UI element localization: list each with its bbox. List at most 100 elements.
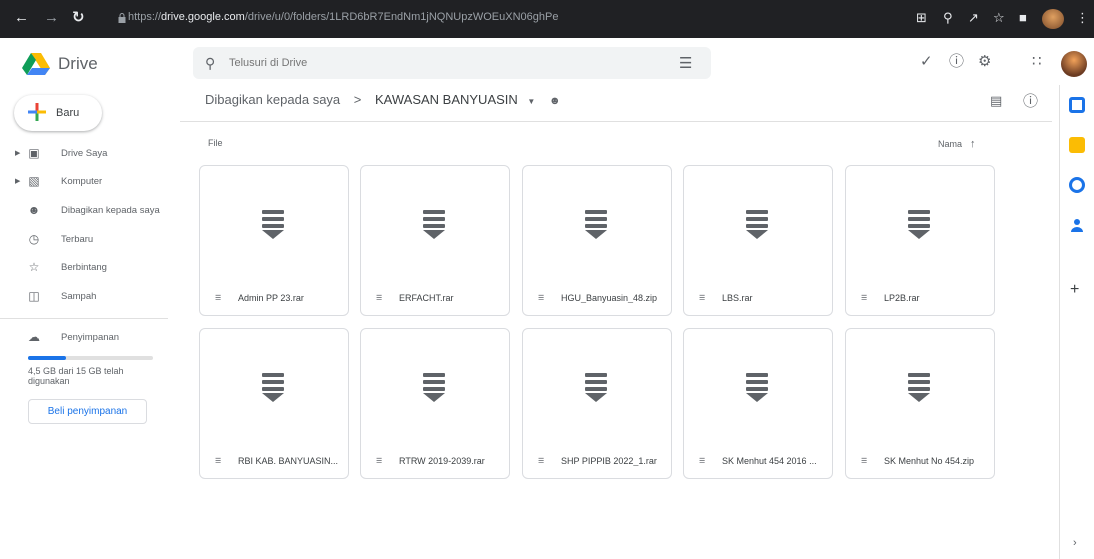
- file-thumbnail[interactable]: [361, 329, 509, 447]
- file-thumbnail[interactable]: [846, 329, 994, 447]
- file-name-row[interactable]: ☰ LBS.rar: [684, 284, 832, 316]
- search-bar[interactable]: ⚲ ☰: [193, 47, 711, 79]
- file-name-row[interactable]: ☰ RBI KAB. BANYUASIN...: [200, 447, 348, 479]
- archive-small-icon: ☰: [699, 458, 706, 465]
- file-name-row[interactable]: ☰ SK Menhut No 454.zip: [846, 447, 994, 479]
- url-text: https://drive.google.com/drive/u/0/folde…: [128, 11, 559, 23]
- sidebar-item-my-drive[interactable]: ▶ ▣ Drive Saya: [0, 143, 180, 165]
- file-card[interactable]: ☰ SK Menhut 454 2016 ...: [683, 328, 833, 479]
- file-thumbnail[interactable]: [846, 166, 994, 284]
- archive-small-icon: ☰: [861, 458, 868, 465]
- sidebar-item-label: Drive Saya: [61, 148, 108, 159]
- settings-gear-icon[interactable]: ⚙: [978, 54, 991, 70]
- lock-icon: [118, 13, 126, 23]
- user-avatar[interactable]: [1061, 51, 1087, 77]
- file-name-row[interactable]: ☰ SK Menhut 454 2016 ...: [684, 447, 832, 479]
- file-name: SK Menhut No 454.zip: [884, 456, 975, 466]
- file-thumbnail[interactable]: [684, 166, 832, 284]
- chevron-right-icon[interactable]: ›: [1073, 537, 1077, 549]
- file-name-row[interactable]: ☰ LP2B.rar: [846, 284, 994, 316]
- profile-avatar[interactable]: [1042, 9, 1064, 29]
- calendar-icon[interactable]: [1069, 97, 1085, 113]
- zoom-icon[interactable]: ⚲: [943, 10, 953, 26]
- file-card[interactable]: ☰ SHP PIPPIB 2022_1.rar: [522, 328, 672, 479]
- browser-toolbar: ← → ↻ https://drive.google.com/drive/u/0…: [0, 0, 1094, 38]
- search-options-icon[interactable]: ☰: [679, 54, 692, 72]
- list-view-icon[interactable]: ▤: [990, 93, 1002, 109]
- new-button[interactable]: Baru: [14, 95, 102, 131]
- archive-small-icon: ☰: [376, 458, 383, 465]
- computer-icon: ▧: [28, 174, 40, 188]
- contacts-icon[interactable]: [1069, 217, 1085, 233]
- shared-people-icon[interactable]: ☻: [549, 95, 561, 107]
- add-addon-icon[interactable]: +: [1070, 281, 1079, 299]
- search-input[interactable]: [229, 53, 649, 73]
- breadcrumb-current[interactable]: KAWASAN BANYUASIN: [375, 92, 518, 107]
- sidebar-item-storage[interactable]: ☁ Penyimpanan: [0, 327, 180, 349]
- window-icon[interactable]: ■: [1019, 10, 1027, 26]
- share-icon[interactable]: ↗: [968, 10, 979, 26]
- file-name-row[interactable]: ☰ HGU_Banyuasin_48.zip: [523, 284, 671, 316]
- expand-arrow-icon[interactable]: ▶: [15, 149, 20, 157]
- drive-logo-icon[interactable]: [22, 53, 50, 75]
- sidebar-item-starred[interactable]: ☆ Berbintang: [0, 257, 180, 279]
- file-name: LP2B.rar: [884, 293, 920, 303]
- archive-icon: [908, 373, 930, 403]
- forward-icon[interactable]: →: [44, 9, 59, 27]
- archive-small-icon: ☰: [861, 295, 868, 302]
- tasks-icon[interactable]: [1069, 177, 1085, 193]
- file-card[interactable]: ☰ RBI KAB. BANYUASIN...: [199, 328, 349, 479]
- sidebar-item-label: Berbintang: [61, 262, 107, 273]
- info-icon[interactable]: ⓘ: [1023, 90, 1038, 111]
- file-card[interactable]: ☰ ERFACHT.rar: [360, 165, 510, 316]
- file-thumbnail[interactable]: [200, 166, 348, 284]
- arrow-up-icon[interactable]: ↑: [970, 138, 976, 150]
- sidebar-item-label: Sampah: [61, 291, 97, 302]
- back-icon[interactable]: ←: [14, 9, 29, 27]
- file-thumbnail[interactable]: [523, 329, 671, 447]
- file-card[interactable]: ☰ RTRW 2019-2039.rar: [360, 328, 510, 479]
- buy-storage-button[interactable]: Beli penyimpanan: [28, 399, 147, 424]
- breadcrumb: Dibagikan kepada saya > KAWASAN BANYUASI…: [205, 92, 561, 107]
- expand-arrow-icon[interactable]: ▶: [15, 177, 20, 185]
- archive-small-icon: ☰: [699, 295, 706, 302]
- file-thumbnail[interactable]: [200, 329, 348, 447]
- star-icon: ☆: [28, 260, 40, 274]
- archive-icon: [908, 210, 930, 240]
- bookmark-star-icon[interactable]: ☆: [993, 10, 1005, 26]
- sort-label[interactable]: Nama: [938, 139, 962, 149]
- file-card[interactable]: ☰ LP2B.rar: [845, 165, 995, 316]
- file-name-row[interactable]: ☰ ERFACHT.rar: [361, 284, 509, 316]
- file-card[interactable]: ☰ SK Menhut No 454.zip: [845, 328, 995, 479]
- sidebar-item-label: Penyimpanan: [61, 332, 120, 343]
- file-name-row[interactable]: ☰ SHP PIPPIB 2022_1.rar: [523, 447, 671, 479]
- breadcrumb-parent[interactable]: Dibagikan kepada saya: [205, 92, 340, 107]
- archive-icon: [585, 373, 607, 403]
- sidebar-item-recent[interactable]: ◷ Terbaru: [0, 229, 180, 251]
- install-icon[interactable]: ⊞: [916, 10, 927, 26]
- file-card[interactable]: ☰ HGU_Banyuasin_48.zip: [522, 165, 672, 316]
- file-name-row[interactable]: ☰ RTRW 2019-2039.rar: [361, 447, 509, 479]
- help-icon[interactable]: ⓘ: [949, 54, 964, 70]
- archive-icon: [585, 210, 607, 240]
- offline-status-icon[interactable]: ✓: [920, 54, 933, 70]
- apps-grid-icon[interactable]: ∷: [1032, 54, 1042, 70]
- chevron-down-icon[interactable]: ▼: [527, 97, 535, 106]
- app-name[interactable]: Drive: [58, 54, 98, 74]
- file-thumbnail[interactable]: [684, 329, 832, 447]
- reload-icon[interactable]: ↻: [72, 9, 85, 27]
- file-thumbnail[interactable]: [523, 166, 671, 284]
- file-thumbnail[interactable]: [361, 166, 509, 284]
- file-card[interactable]: ☰ Admin PP 23.rar: [199, 165, 349, 316]
- search-icon[interactable]: ⚲: [205, 55, 215, 72]
- keep-icon[interactable]: [1069, 137, 1085, 153]
- sidebar-item-trash[interactable]: ◫ Sampah: [0, 286, 180, 308]
- file-card[interactable]: ☰ LBS.rar: [683, 165, 833, 316]
- sidebar-item-shared[interactable]: ☻ Dibagikan kepada saya: [0, 200, 180, 222]
- archive-icon: [423, 373, 445, 403]
- file-name-row[interactable]: ☰ Admin PP 23.rar: [200, 284, 348, 316]
- archive-icon: [262, 210, 284, 240]
- sidebar-item-computers[interactable]: ▶ ▧ Komputer: [0, 171, 180, 193]
- sort-control[interactable]: Nama ↑: [938, 138, 976, 150]
- more-vert-icon[interactable]: ⋮: [1076, 10, 1089, 26]
